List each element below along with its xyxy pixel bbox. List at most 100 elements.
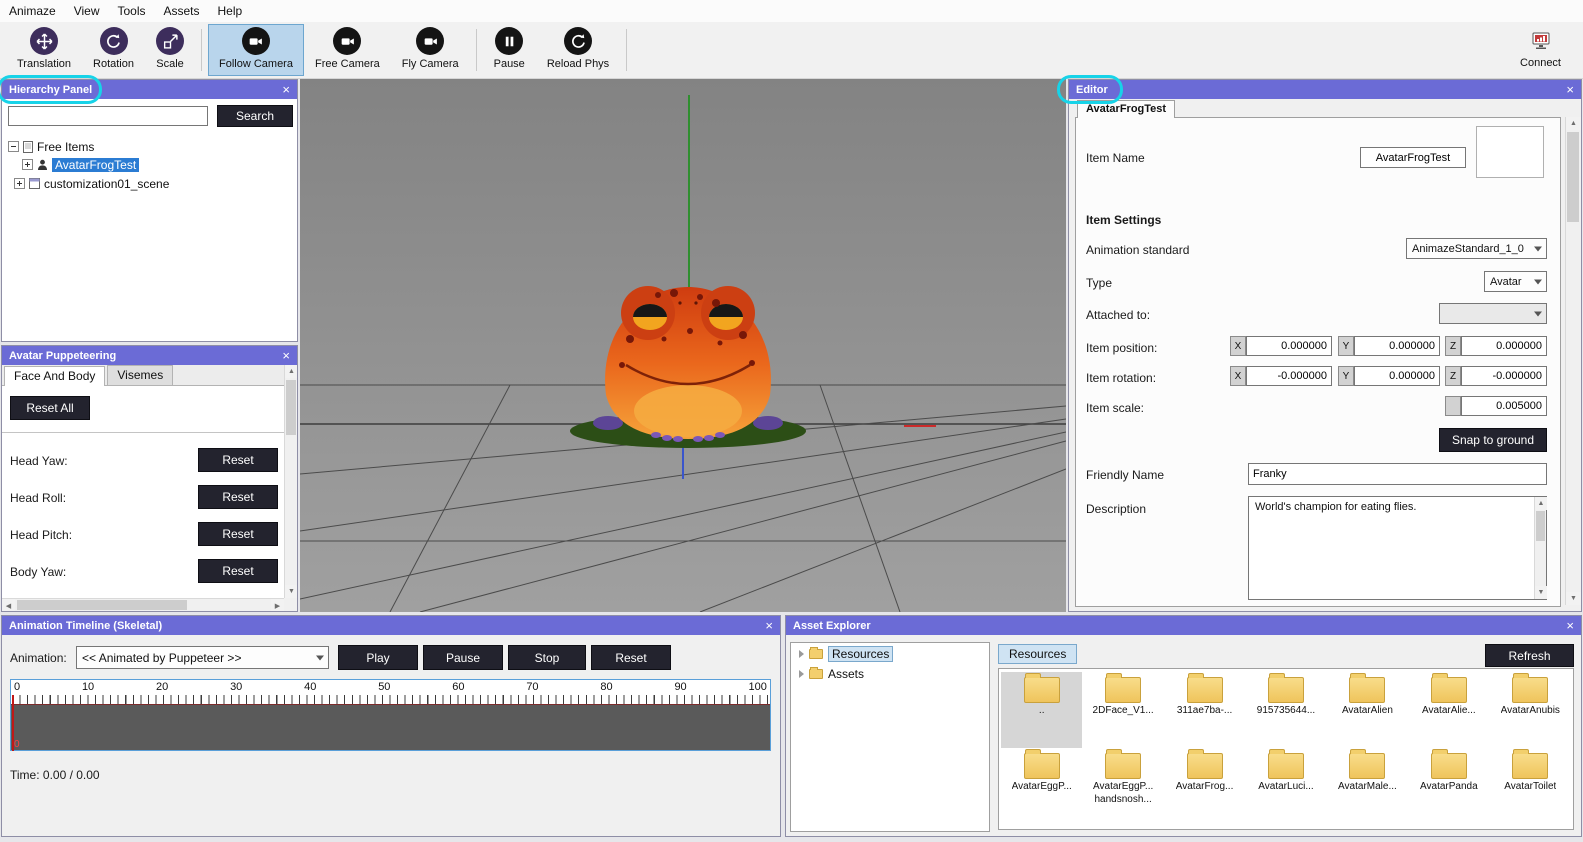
scroll-right-icon[interactable]: ▶ bbox=[271, 599, 284, 611]
position-y-input[interactable] bbox=[1354, 336, 1440, 356]
rotation-y-input[interactable] bbox=[1354, 366, 1440, 386]
vertical-scrollbar[interactable]: ▲ ▼ bbox=[284, 365, 297, 598]
folder-item[interactable]: AvatarFrog... bbox=[1164, 748, 1245, 824]
tab-resources[interactable]: Resources bbox=[998, 644, 1078, 664]
follow-camera-button[interactable]: Follow Camera bbox=[208, 24, 304, 76]
asset-tree-label: Assets bbox=[828, 667, 865, 681]
pause-button-timeline[interactable]: Pause bbox=[423, 645, 503, 670]
folder-item[interactable]: AvatarPanda bbox=[1408, 748, 1489, 824]
translation-button[interactable]: Translation bbox=[6, 24, 82, 76]
scrollbar-thumb[interactable] bbox=[1536, 511, 1545, 541]
viewport-canvas[interactable] bbox=[299, 79, 1067, 613]
tab-visemes[interactable]: Visemes bbox=[107, 365, 174, 385]
scrollbar-thumb[interactable] bbox=[286, 380, 296, 435]
connect-button[interactable]: Connect bbox=[1520, 31, 1561, 69]
folder-item[interactable]: AvatarAnubis bbox=[1490, 672, 1571, 748]
scroll-down-icon[interactable]: ▼ bbox=[285, 585, 297, 598]
scale-input[interactable] bbox=[1461, 396, 1547, 416]
type-select[interactable]: Avatar bbox=[1484, 271, 1547, 292]
asset-tree-assets[interactable]: Assets bbox=[791, 664, 989, 683]
menu-animaze[interactable]: Animaze bbox=[0, 4, 65, 18]
folder-item[interactable]: AvatarEggP... handsnosh... bbox=[1082, 748, 1163, 824]
description-textarea[interactable]: World's champion for eating flies. bbox=[1248, 496, 1547, 600]
folder-item[interactable]: AvatarAlien bbox=[1327, 672, 1408, 748]
menu-tools[interactable]: Tools bbox=[108, 4, 154, 18]
close-icon[interactable]: × bbox=[765, 619, 773, 632]
follow-camera-label: Follow Camera bbox=[219, 58, 293, 70]
chevron-right-icon[interactable] bbox=[799, 670, 804, 678]
scroll-down-icon[interactable]: ▼ bbox=[1566, 592, 1581, 605]
pause-button[interactable]: Pause bbox=[483, 24, 536, 76]
scroll-up-icon[interactable]: ▲ bbox=[1566, 117, 1581, 130]
folder-icon bbox=[1267, 673, 1304, 703]
animation-standard-select[interactable]: AnimazeStandard_1_0 bbox=[1406, 238, 1547, 259]
scroll-left-icon[interactable]: ◀ bbox=[2, 599, 15, 611]
timeline-ruler[interactable]: 0 10 20 30 40 50 60 70 80 90 100 0 bbox=[10, 679, 771, 751]
snap-to-ground-button[interactable]: Snap to ground bbox=[1439, 428, 1547, 452]
position-x-input[interactable] bbox=[1246, 336, 1332, 356]
close-icon[interactable]: × bbox=[282, 349, 290, 362]
animation-label: Animation: bbox=[10, 651, 67, 665]
menu-view[interactable]: View bbox=[65, 4, 109, 18]
chevron-right-icon[interactable] bbox=[799, 650, 804, 658]
item-name-input[interactable] bbox=[1360, 147, 1466, 168]
menu-help[interactable]: Help bbox=[209, 4, 252, 18]
friendly-name-input[interactable] bbox=[1248, 463, 1547, 485]
editor-scrollbar[interactable]: ▲ ▼ bbox=[1565, 117, 1581, 605]
folder-item[interactable]: 311ae7ba-... bbox=[1164, 672, 1245, 748]
folder-item[interactable]: AvatarMale... bbox=[1327, 748, 1408, 824]
scrollbar-thumb[interactable] bbox=[17, 600, 187, 610]
tab-face-and-body[interactable]: Face And Body bbox=[4, 366, 106, 386]
head-roll-reset-button[interactable]: Reset bbox=[198, 485, 278, 509]
head-yaw-reset-button[interactable]: Reset bbox=[198, 448, 278, 472]
free-camera-button[interactable]: Free Camera bbox=[304, 24, 391, 76]
tab-avatarfrogtest[interactable]: AvatarFrogTest bbox=[1077, 100, 1176, 118]
expand-icon[interactable] bbox=[22, 159, 33, 170]
pause-icon bbox=[495, 27, 524, 55]
tree-item-customization-scene[interactable]: customization01_scene bbox=[14, 175, 169, 192]
frog-avatar[interactable] bbox=[570, 286, 806, 448]
tree-item-avatarfrogtest[interactable]: AvatarFrogTest bbox=[22, 156, 140, 173]
reset-all-button[interactable]: Reset All bbox=[10, 396, 90, 420]
position-z-input[interactable] bbox=[1461, 336, 1547, 356]
close-icon[interactable]: × bbox=[1566, 619, 1574, 632]
expand-icon[interactable] bbox=[14, 178, 25, 189]
tree-item-free-items[interactable]: Free Items bbox=[8, 138, 94, 155]
play-button[interactable]: Play bbox=[338, 645, 418, 670]
head-pitch-reset-button[interactable]: Reset bbox=[198, 522, 278, 546]
attached-to-select[interactable] bbox=[1439, 303, 1547, 324]
close-icon[interactable]: × bbox=[1566, 83, 1574, 96]
folder-item[interactable]: AvatarLuci... bbox=[1245, 748, 1326, 824]
search-button[interactable]: Search bbox=[217, 105, 293, 127]
scroll-up-icon[interactable]: ▲ bbox=[1535, 497, 1547, 510]
reset-button-timeline[interactable]: Reset bbox=[591, 645, 671, 670]
folder-item[interactable]: AvatarToilet bbox=[1490, 748, 1571, 824]
reload-phys-button[interactable]: Reload Phys bbox=[536, 24, 620, 76]
asset-tree-resources[interactable]: Resources bbox=[791, 643, 989, 664]
close-icon[interactable]: × bbox=[282, 83, 290, 96]
folder-item[interactable]: 915735644... bbox=[1245, 672, 1326, 748]
search-input[interactable] bbox=[8, 106, 208, 126]
folder-item[interactable]: 2DFace_V1... bbox=[1082, 672, 1163, 748]
collapse-icon[interactable] bbox=[8, 141, 19, 152]
body-yaw-reset-button[interactable]: Reset bbox=[198, 559, 278, 583]
animation-select[interactable]: << Animated by Puppeteer >> bbox=[76, 646, 329, 669]
horizontal-scrollbar[interactable]: ◀ ▶ bbox=[2, 598, 284, 611]
rotation-z-input[interactable] bbox=[1461, 366, 1547, 386]
scroll-down-icon[interactable]: ▼ bbox=[1535, 586, 1547, 599]
stop-button[interactable]: Stop bbox=[508, 645, 586, 670]
menu-assets[interactable]: Assets bbox=[155, 4, 209, 18]
translation-icon bbox=[30, 27, 58, 55]
scale-button[interactable]: Scale bbox=[145, 24, 195, 76]
rotation-button[interactable]: Rotation bbox=[82, 24, 145, 76]
scrollbar-thumb[interactable] bbox=[1567, 132, 1579, 222]
folder-item[interactable]: AvatarEggP... bbox=[1001, 748, 1082, 824]
scroll-up-icon[interactable]: ▲ bbox=[285, 365, 297, 378]
rotation-x-input[interactable] bbox=[1246, 366, 1332, 386]
description-scrollbar[interactable]: ▲ ▼ bbox=[1534, 497, 1547, 599]
fly-camera-button[interactable]: Fly Camera bbox=[391, 24, 470, 76]
timeline-track[interactable]: 0 bbox=[11, 695, 770, 751]
folder-item[interactable]: AvatarAlie... bbox=[1408, 672, 1489, 748]
refresh-button[interactable]: Refresh bbox=[1485, 644, 1574, 667]
folder-item-up[interactable]: .. bbox=[1001, 672, 1083, 748]
